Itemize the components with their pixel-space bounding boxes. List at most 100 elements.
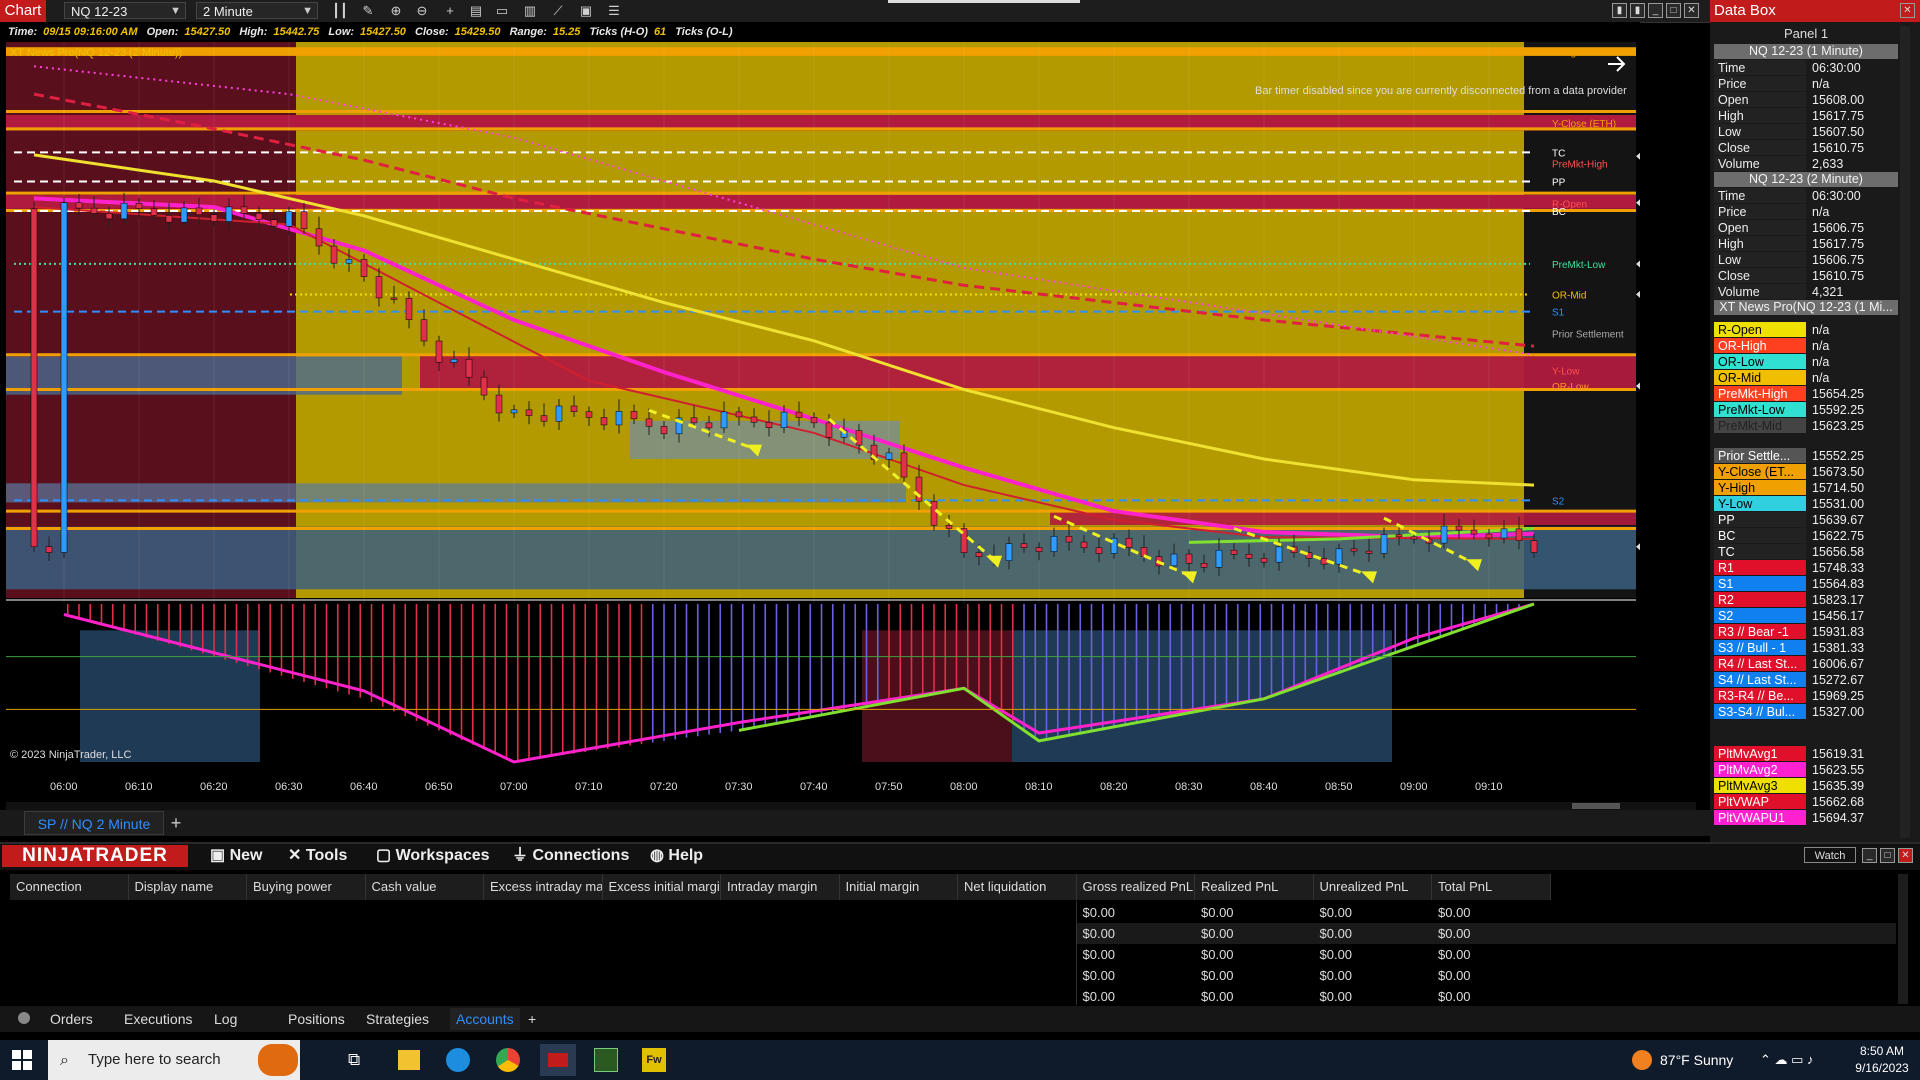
tab-log[interactable]: Log: [214, 1008, 237, 1030]
column-header[interactable]: Intraday margin: [721, 874, 840, 900]
ninjatrader-app-icon[interactable]: [540, 1044, 576, 1076]
column-header[interactable]: Gross realized PnL: [1076, 874, 1195, 900]
list-icon[interactable]: ☰: [606, 3, 622, 19]
databox-row: High 15617.75: [1714, 236, 1898, 252]
drag-handle[interactable]: [888, 0, 1080, 3]
interval-value: 2 Minute: [203, 4, 253, 19]
column-header[interactable]: Buying power: [247, 874, 366, 900]
chart-panel[interactable]: 15700.0015680.0015660.0015640.0015620.00…: [0, 42, 1702, 802]
databox-scrollbar[interactable]: [1900, 26, 1910, 838]
candle: [345, 259, 353, 264]
edge-icon[interactable]: [446, 1048, 470, 1072]
time-axis-label: 08:10: [1025, 781, 1053, 793]
candle: [825, 422, 833, 438]
candle: [45, 546, 53, 553]
databox-level-row: Y-Low 15531.00: [1714, 496, 1898, 512]
ninjatrader-logo: NINJATRADER: [2, 845, 188, 867]
cc-maximize-icon[interactable]: □: [1880, 848, 1895, 863]
column-header[interactable]: Realized PnL: [1195, 874, 1314, 900]
databox-label: OR-Low: [1714, 354, 1806, 369]
menu-connections[interactable]: ⏚ Connections: [512, 845, 629, 867]
weather-text[interactable]: 87°F Sunny: [1660, 1040, 1733, 1080]
add-tab-button[interactable]: +: [528, 1008, 536, 1030]
cc-minimize-icon[interactable]: _: [1862, 848, 1877, 863]
pnl-cell: $0.00: [1438, 947, 1471, 962]
chrome-icon[interactable]: [496, 1048, 520, 1072]
databox-value: n/a: [1808, 370, 1898, 385]
instrument-selector[interactable]: NQ 12-23 ▼: [64, 2, 186, 19]
app-icon-green[interactable]: [594, 1048, 618, 1072]
tile2-icon[interactable]: ▮: [1630, 3, 1645, 18]
tab-executions[interactable]: Executions: [124, 1008, 192, 1030]
pnl-cell: $0.00: [1201, 947, 1234, 962]
close-icon[interactable]: ✕: [1684, 3, 1699, 18]
template-icon[interactable]: ▭: [494, 3, 510, 19]
databox-level-row: PltVWAPU1 15694.37: [1714, 810, 1898, 826]
crosshair-icon[interactable]: +: [442, 3, 458, 19]
grid-scrollbar[interactable]: [1898, 874, 1908, 1004]
databox-level-row: Y-High 15714.50: [1714, 480, 1898, 496]
column-header[interactable]: Excess initial margin: [602, 874, 721, 900]
column-header[interactable]: Excess intraday margin: [484, 874, 603, 900]
column-header[interactable]: Display name: [128, 874, 247, 900]
column-header[interactable]: Net liquidation: [958, 874, 1077, 900]
task-view-icon[interactable]: ⧉: [348, 1050, 368, 1070]
windows-start-icon[interactable]: [12, 1050, 32, 1070]
databox-level-row: R3 // Bear -1 15931.83: [1714, 624, 1898, 640]
time-axis-label: 06:00: [50, 781, 78, 793]
minimize-icon[interactable]: _: [1648, 3, 1663, 18]
menu-new[interactable]: ▣ New: [210, 845, 262, 867]
menu-workspaces[interactable]: ▢ Workspaces: [376, 845, 490, 867]
column-header[interactable]: Initial margin: [839, 874, 958, 900]
tile-icon[interactable]: ▮: [1612, 3, 1627, 18]
scrollbar-thumb[interactable]: [1572, 803, 1620, 809]
tab-accounts[interactable]: Accounts: [450, 1008, 520, 1030]
column-header[interactable]: Total PnL: [1432, 874, 1551, 900]
zoom-in-icon[interactable]: ⊕: [388, 3, 404, 19]
indicators-icon[interactable]: ▥: [522, 3, 538, 19]
strategies-icon[interactable]: ⟋: [550, 3, 566, 19]
watch-button[interactable]: Watch: [1804, 847, 1856, 863]
column-header[interactable]: Connection: [10, 874, 129, 900]
candle: [945, 525, 953, 529]
time-axis-label: 07:00: [500, 781, 528, 793]
candle: [1200, 563, 1208, 568]
data-series-icon[interactable]: ▤: [468, 3, 484, 19]
candle: [690, 417, 698, 424]
databox-level-row: OR-High n/a: [1714, 338, 1898, 354]
maximize-icon[interactable]: □: [1666, 3, 1681, 18]
properties-icon[interactable]: ▣: [578, 3, 594, 19]
file-explorer-icon[interactable]: [398, 1050, 420, 1070]
candle: [735, 411, 743, 418]
menu-tools[interactable]: ✕ Tools: [288, 845, 347, 867]
databox-label: PltVWAPU1: [1714, 810, 1806, 825]
tab-strategies[interactable]: Strategies: [366, 1008, 429, 1030]
databox-label: R3-R4 // Be...: [1714, 688, 1806, 703]
databox-level-row: OR-Mid n/a: [1714, 370, 1898, 386]
tab-orders[interactable]: Orders: [50, 1008, 93, 1030]
app-icon-fw[interactable]: Fw: [642, 1048, 666, 1072]
bar-type-icon[interactable]: ┃┃: [332, 3, 348, 19]
column-header[interactable]: Cash value: [365, 874, 484, 900]
pnl-cell: $0.00: [1319, 926, 1353, 941]
databox-level-row: Y-Close (ET... 15673.50: [1714, 464, 1898, 480]
draw-pencil-icon[interactable]: ✎: [360, 3, 376, 19]
databox-level-row: R4 // Last St... 16006.67: [1714, 656, 1898, 672]
interval-selector[interactable]: 2 Minute ▼: [196, 2, 318, 19]
cc-close-icon[interactable]: ✕: [1898, 848, 1913, 863]
databox-value: 15592.25: [1808, 402, 1898, 417]
tray-icons[interactable]: ⌃ ☁ ▭ ♪: [1760, 1040, 1814, 1080]
add-tab-button[interactable]: +: [166, 813, 186, 833]
databox-label: R3 // Bear -1: [1714, 624, 1806, 639]
zoom-out-icon[interactable]: ⊖: [414, 3, 430, 19]
tab-sp-nq-2-minute[interactable]: SP // NQ 2 Minute: [24, 811, 164, 835]
price-chart[interactable]: 15700.0015680.0015660.0015640.0015620.00…: [0, 42, 1702, 802]
databox-value: 15531.00: [1808, 496, 1898, 511]
menu-help[interactable]: ◍ Help: [650, 845, 703, 867]
databox-label: TC: [1714, 544, 1806, 559]
horizontal-scrollbar[interactable]: [6, 802, 1696, 810]
databox-label: Low: [1714, 252, 1806, 267]
databox-close-icon[interactable]: ✕: [1900, 3, 1915, 18]
tab-positions[interactable]: Positions: [288, 1008, 345, 1030]
column-header[interactable]: Unrealized PnL: [1313, 874, 1432, 900]
